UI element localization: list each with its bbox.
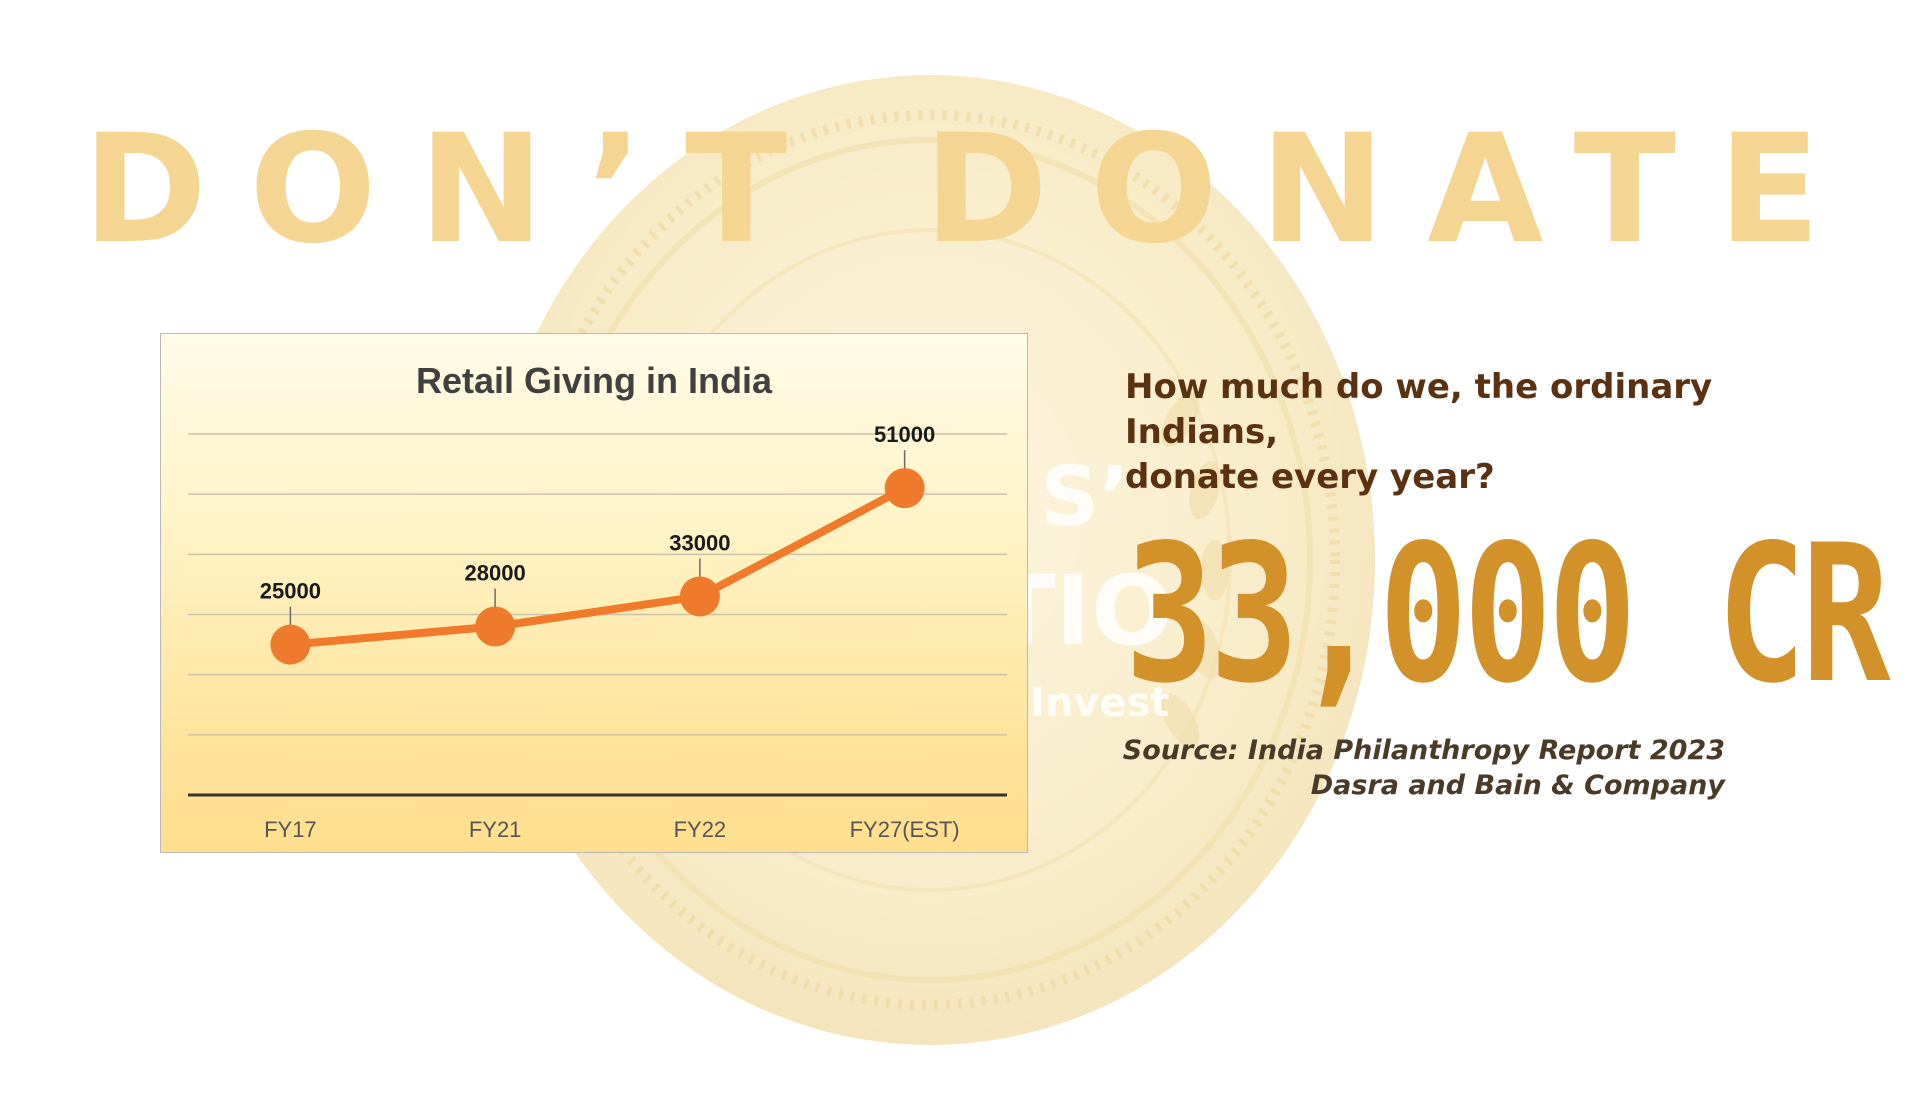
question-line-1: How much do we, the ordinary [1125, 367, 1713, 407]
line-chart: 25000 FY17 28000 FY21 33000 FY22 51000 FY27(EST… [188, 422, 1007, 842]
data-label: 51000 [874, 422, 935, 447]
question-text: How much do we, the ordinary Indians, do… [1125, 365, 1765, 500]
question-line-3: donate every year? [1125, 457, 1495, 497]
data-label: 33000 [669, 530, 730, 555]
question-line-2: Indians, [1125, 412, 1279, 452]
x-tick-label: FY21 [469, 817, 522, 842]
x-tick-label: FY27(EST) [850, 817, 960, 842]
chart-card: Retail Giving in India 25000 FY17 28000 FY2… [160, 333, 1028, 853]
series-line [286, 484, 909, 649]
x-tick-label: FY17 [264, 817, 317, 842]
big-number: 33,000 CR [1125, 504, 1891, 725]
headline: DON’T DONATE [82, 103, 1863, 277]
data-point [270, 624, 311, 665]
data-point [884, 468, 925, 509]
coin-watermark-text: S’ [1040, 450, 1131, 545]
data-point [679, 576, 720, 617]
data-point [475, 606, 516, 647]
source-line-2: Dasra and Bain & Company [1310, 770, 1725, 801]
data-label: 28000 [465, 561, 526, 586]
source-line-1: Source: India Philanthropy Report 2023 [1122, 735, 1725, 766]
source-citation: Source: India Philanthropy Report 2023 D… [1123, 733, 1725, 803]
x-tick-label: FY22 [674, 817, 727, 842]
data-label: 25000 [260, 579, 321, 604]
